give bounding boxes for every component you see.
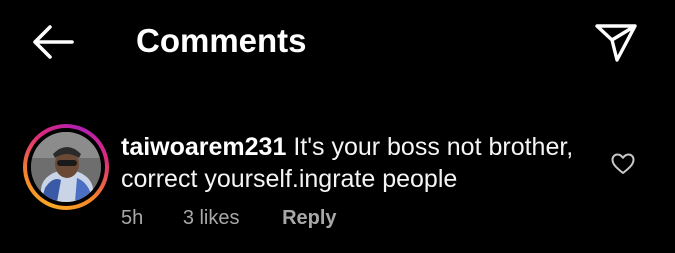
reply-button[interactable]: Reply: [282, 205, 336, 231]
avatar-photo: [31, 132, 101, 202]
paper-plane-icon: [595, 24, 637, 62]
comment-username[interactable]: taiwoarem231: [121, 133, 286, 161]
like-comment-button[interactable]: [610, 152, 636, 176]
page-title: Comments: [136, 22, 307, 59]
comment-likes-count[interactable]: 3 likes: [183, 205, 240, 231]
comment-body: taiwoarem231 It's your boss not brother,…: [121, 131, 601, 195]
comment-timestamp: 5h: [121, 207, 144, 229]
share-button[interactable]: [592, 20, 640, 64]
comment-meta: 5h 3 likes Reply: [121, 205, 337, 231]
arrow-left-icon: [33, 25, 74, 59]
header: Comments: [0, 0, 675, 84]
comment-item: taiwoarem231 It's your boss not brother,…: [0, 120, 675, 240]
avatar-story-ring[interactable]: [23, 124, 109, 210]
back-button[interactable]: [28, 22, 76, 62]
heart-icon: [611, 153, 635, 174]
avatar: [31, 132, 101, 202]
